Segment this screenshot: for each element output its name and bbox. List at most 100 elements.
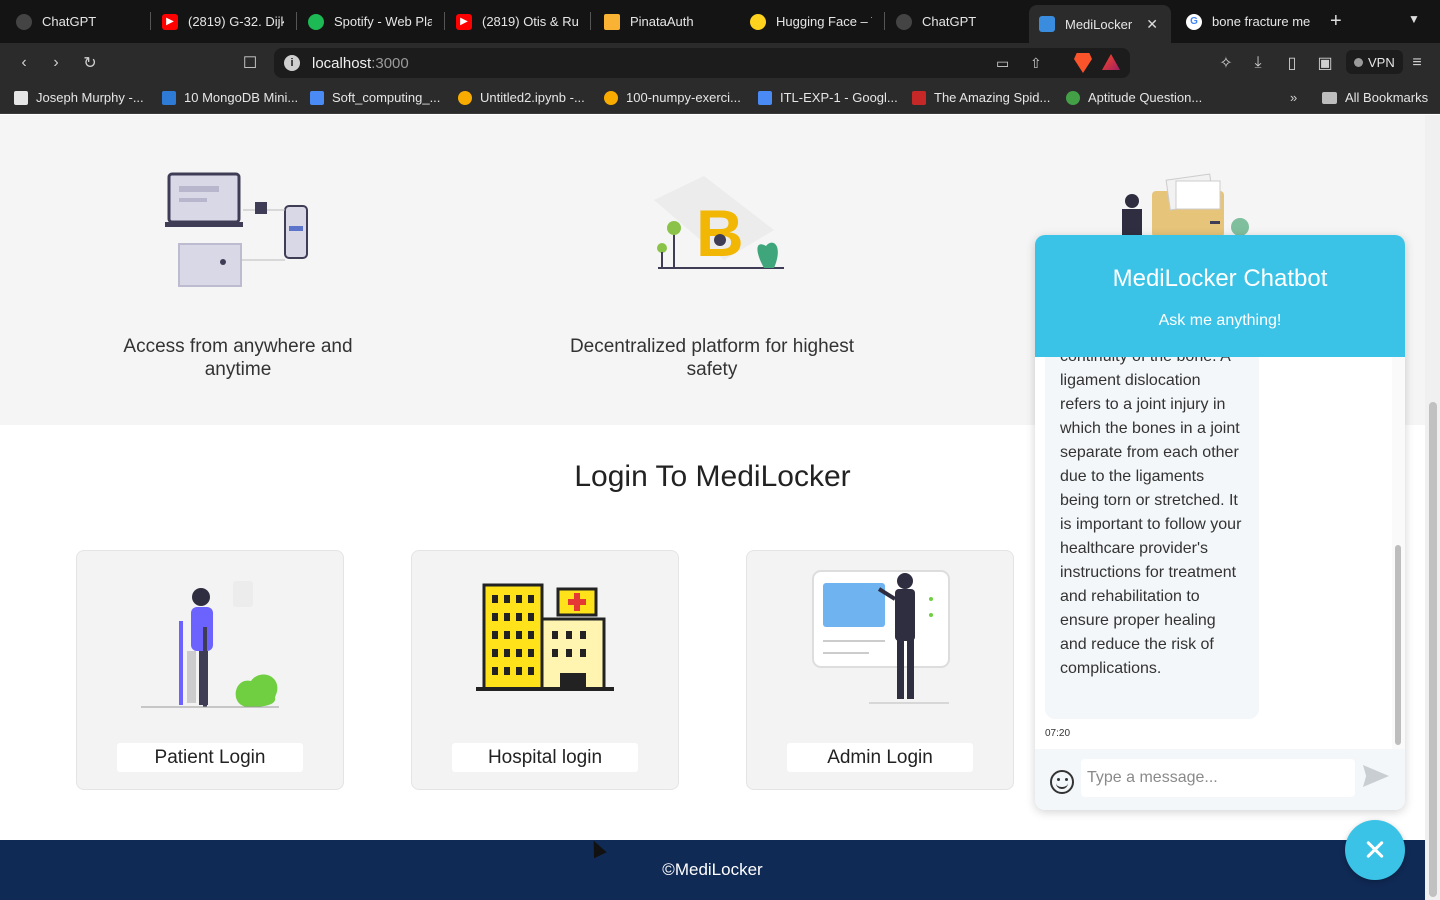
site-info-icon[interactable]: i [284,55,300,71]
tab-label: Spotify - Web Pla [334,14,432,29]
admin-login-card[interactable]: Admin Login [746,550,1014,790]
leaf-icon [1066,90,1080,105]
brave-rewards-icon[interactable] [1102,54,1120,70]
tab-label: (2819) G-32. Dijks [188,14,284,29]
extensions-icon[interactable]: ✧ [1214,51,1238,75]
tab-label: Hugging Face – T [776,14,872,29]
bookmark-item[interactable]: Aptitude Question... [1066,90,1202,105]
docs-icon [310,90,324,105]
library-icon [14,90,28,105]
tab-label: ChatGPT [42,14,97,29]
spotify-icon [308,13,324,30]
page-viewport: Access from anywhere and anytime B Decen… [0,115,1440,900]
tab-chatgpt-2[interactable]: ChatGPT [886,0,1026,43]
bot-message-bubble: continuity of the bone. A ligament dislo… [1045,357,1259,719]
reload-icon[interactable]: ↻ [78,51,102,75]
emoji-icon[interactable] [1050,770,1074,794]
tab-divider [150,12,151,30]
url-host: localhost [312,55,372,72]
colab-icon [458,90,472,105]
bookmark-item[interactable]: 100-numpy-exerci... [604,90,741,105]
tab-chatgpt-1[interactable]: ChatGPT [6,0,146,43]
page-icon [162,90,176,105]
page-scrollbar-thumb[interactable] [1429,402,1437,897]
tab-divider [884,12,885,30]
bookmark-item[interactable]: Soft_computing_... [310,90,440,105]
admin-dashboard-illustration [812,570,950,704]
tab-label: PinataAuth [630,14,694,29]
share-icon[interactable]: ⇧ [1030,55,1042,72]
download-icon[interactable]: ⤓ [1246,51,1270,75]
forward-icon[interactable]: › [44,51,68,75]
tab-label: MediLocker [1065,16,1133,32]
feature-text: Decentralized platform for highest safet… [569,336,855,380]
tab-label: bone fracture me [1212,14,1311,29]
tab-label: (2819) Otis & Rub [482,14,578,29]
youtube-icon: ▶ [162,13,178,30]
wallet-icon[interactable]: ▣ [1313,51,1337,75]
bookmark-label: Untitled2.ipynb -... [480,90,585,105]
chatgpt-icon [896,13,912,30]
new-tab-icon[interactable]: + [1330,10,1342,33]
tab-spotify[interactable]: Spotify - Web Pla [298,0,442,43]
patient-login-card[interactable]: Patient Login [76,550,344,790]
youtube-icon: ▶ [456,13,472,30]
url-port: :3000 [371,55,409,72]
cast-icon[interactable]: ▭ [996,55,1009,72]
bookmark-item[interactable]: The Amazing Spid... [912,90,1050,105]
tab-youtube-otis[interactable]: ▶ (2819) Otis & Rub [446,0,588,43]
vpn-label: VPN [1368,54,1395,70]
all-bookmarks-button[interactable]: All Bookmarks [1322,90,1428,105]
bookmark-icon[interactable]: ☐ [238,51,262,75]
brave-shields-icon[interactable] [1074,53,1092,73]
patient-login-button[interactable]: Patient Login [117,743,303,772]
bookmarks-bar: Joseph Murphy -... 10 MongoDB Mini... So… [0,82,1440,114]
bookmark-item[interactable]: ITL-EXP-1 - Googl... [758,90,898,105]
hospital-login-button[interactable]: Hospital login [452,743,638,772]
tab-medilocker[interactable]: MediLocker ✕ [1029,5,1171,43]
devices-illustration [165,172,308,287]
bookmark-label: 10 MongoDB Mini... [184,90,299,105]
browser-tab-bar: ChatGPT ▶ (2819) G-32. Dijks Spotify - W… [0,0,1440,43]
chat-scrollbar-thumb[interactable] [1395,545,1401,745]
huggingface-icon [750,13,766,30]
patient-crutches-illustration [141,581,279,708]
bookmark-item[interactable]: 10 MongoDB Mini... [162,90,298,105]
page-footer: ©MediLocker [0,840,1425,900]
close-tab-icon[interactable]: ✕ [1146,16,1158,33]
address-bar[interactable]: i localhost:3000 ▭ ⇧ [274,48,1130,78]
vpn-button[interactable]: VPN [1346,50,1403,74]
feature-text: Access from anywhere and anytime [123,336,353,380]
url-text[interactable]: localhost:3000 [312,55,409,72]
all-bookmarks-label: All Bookmarks [1345,90,1429,105]
hospital-building-illustration [476,583,614,691]
folder-icon [1322,91,1337,104]
tab-list-chevron-icon[interactable]: ▼ [1408,12,1420,26]
close-chat-button[interactable] [1345,820,1405,880]
admin-login-button[interactable]: Admin Login [787,743,973,772]
bookmark-item[interactable]: Untitled2.ipynb -... [458,90,585,105]
tab-bone-fracture[interactable]: G bone fracture me [1176,0,1322,43]
chat-messages[interactable]: continuity of the bone. A ligament dislo… [1035,357,1405,749]
tab-divider [296,12,297,30]
bookmark-label: The Amazing Spid... [934,90,1051,105]
hospital-login-card[interactable]: Hospital login [411,550,679,790]
google-icon: G [1186,13,1202,30]
menu-icon[interactable]: ≡ [1405,51,1429,75]
tab-divider [444,12,445,30]
vpn-status-icon [1354,57,1363,67]
colab-icon [604,90,618,105]
tab-pinataauth[interactable]: PinataAuth [594,0,734,43]
back-icon[interactable]: ‹ [12,51,36,75]
bookmark-label: Joseph Murphy -... [36,90,144,105]
bookmark-label: Soft_computing_... [332,90,441,105]
sidebar-icon[interactable]: ▯ [1280,51,1304,75]
tab-youtube-dijkstra[interactable]: ▶ (2819) G-32. Dijks [152,0,294,43]
send-icon[interactable] [1363,765,1389,787]
bookmark-item[interactable]: Joseph Murphy -... [14,90,144,105]
more-bookmarks-icon[interactable]: » [1290,90,1297,105]
page-icon [912,90,926,105]
chatgpt-icon [16,13,32,30]
message-input[interactable] [1081,759,1355,797]
tab-hugging-face[interactable]: Hugging Face – T [740,0,882,43]
